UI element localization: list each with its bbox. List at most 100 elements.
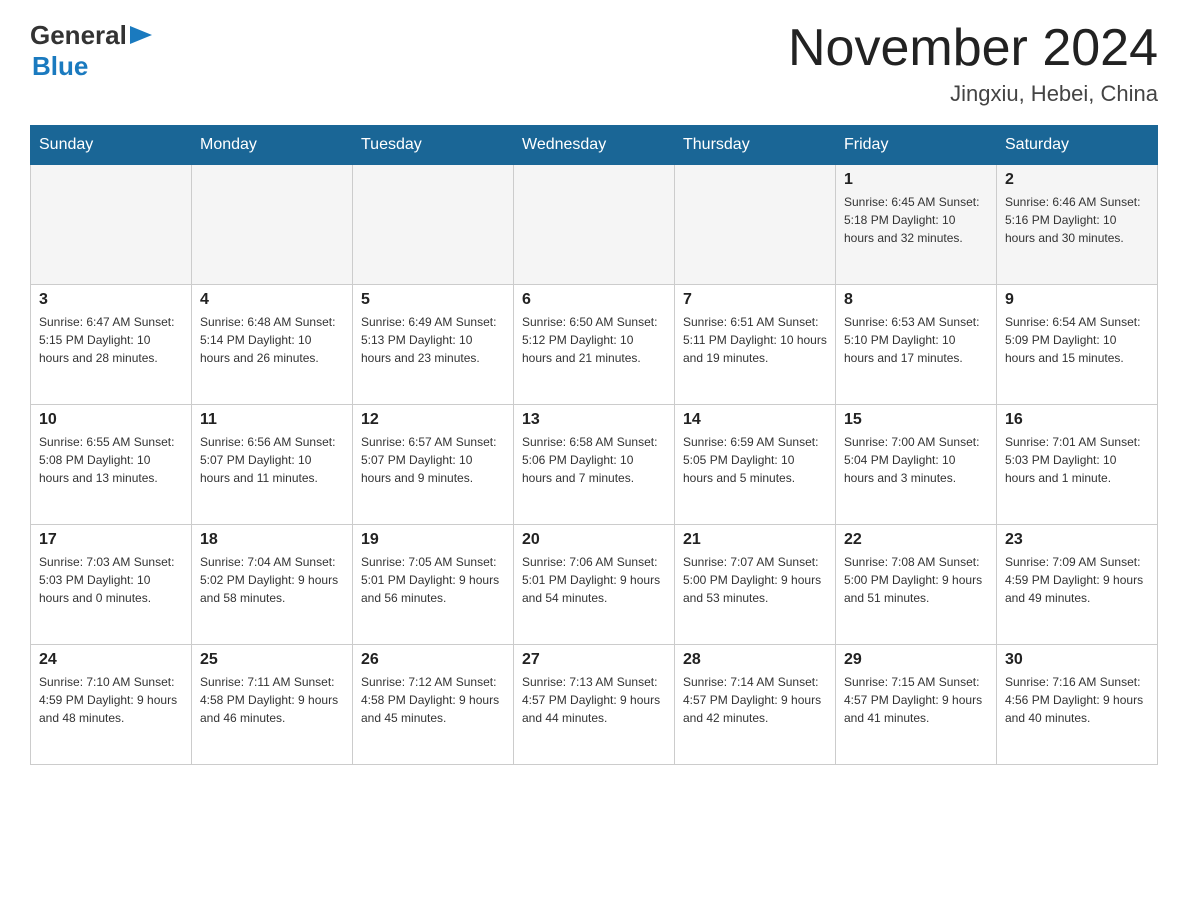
calendar-cell: 24 Sunrise: 7:10 AM Sunset: 4:59 PM Dayli… (31, 645, 192, 765)
calendar-cell: 15Sunrise: 7:00 AM Sunset: 5:04 PM Dayli… (836, 405, 997, 525)
calendar-cell: 25Sunrise: 7:11 AM Sunset: 4:58 PM Dayli… (192, 645, 353, 765)
calendar-cell: 21 Sunrise: 7:07 AM Sunset: 5:00 PM Dayli… (675, 525, 836, 645)
day-number: 5 (361, 291, 505, 309)
day-number: 6 (522, 291, 666, 309)
week-row-3: 10Sunrise: 6:55 AM Sunset: 5:08 PM Dayli… (31, 405, 1158, 525)
day-info: Sunrise: 6:50 AM Sunset: 5:12 PM Dayligh… (522, 313, 666, 367)
day-info: Sunrise: 6:54 AM Sunset: 5:09 PM Dayligh… (1005, 313, 1149, 367)
weekday-header-monday: Monday (192, 126, 353, 165)
day-info: Sunrise: 7:13 AM Sunset: 4:57 PM Dayligh… (522, 673, 666, 727)
day-number: 11 (200, 411, 344, 429)
logo-blue-word: Blue (32, 51, 88, 82)
day-info: Sunrise: 7:00 AM Sunset: 5:04 PM Dayligh… (844, 433, 988, 487)
day-number: 18 (200, 531, 344, 549)
title-area: November 2024 Jingxiu, Hebei, China (788, 20, 1158, 107)
day-number: 17 (39, 531, 183, 549)
calendar-cell (192, 165, 353, 285)
day-info: Sunrise: 6:59 AM Sunset: 5:05 PM Dayligh… (683, 433, 827, 487)
calendar-cell: 6 Sunrise: 6:50 AM Sunset: 5:12 PM Daylig… (514, 285, 675, 405)
weekday-header-row: SundayMondayTuesdayWednesdayThursdayFrid… (31, 126, 1158, 165)
day-info: Sunrise: 7:09 AM Sunset: 4:59 PM Dayligh… (1005, 553, 1149, 607)
calendar-table: SundayMondayTuesdayWednesdayThursdayFrid… (30, 125, 1158, 765)
day-info: Sunrise: 6:58 AM Sunset: 5:06 PM Dayligh… (522, 433, 666, 487)
day-number: 26 (361, 651, 505, 669)
calendar-cell: 18 Sunrise: 7:04 AM Sunset: 5:02 PM Dayli… (192, 525, 353, 645)
day-number: 13 (522, 411, 666, 429)
calendar-cell: 7Sunrise: 6:51 AM Sunset: 5:11 PM Daylig… (675, 285, 836, 405)
calendar-cell: 10Sunrise: 6:55 AM Sunset: 5:08 PM Dayli… (31, 405, 192, 525)
day-number: 30 (1005, 651, 1149, 669)
day-info: Sunrise: 7:16 AM Sunset: 4:56 PM Dayligh… (1005, 673, 1149, 727)
day-info: Sunrise: 7:03 AM Sunset: 5:03 PM Dayligh… (39, 553, 183, 607)
day-number: 28 (683, 651, 827, 669)
calendar-cell: 20 Sunrise: 7:06 AM Sunset: 5:01 PM Dayli… (514, 525, 675, 645)
day-number: 19 (361, 531, 505, 549)
day-info: Sunrise: 7:12 AM Sunset: 4:58 PM Dayligh… (361, 673, 505, 727)
day-info: Sunrise: 6:56 AM Sunset: 5:07 PM Dayligh… (200, 433, 344, 487)
logo-icon (130, 26, 152, 44)
calendar-subtitle: Jingxiu, Hebei, China (788, 81, 1158, 107)
day-info: Sunrise: 6:57 AM Sunset: 5:07 PM Dayligh… (361, 433, 505, 487)
logo-general: General (30, 20, 127, 51)
day-info: Sunrise: 6:55 AM Sunset: 5:08 PM Dayligh… (39, 433, 183, 487)
day-number: 22 (844, 531, 988, 549)
day-info: Sunrise: 7:06 AM Sunset: 5:01 PM Dayligh… (522, 553, 666, 607)
day-number: 27 (522, 651, 666, 669)
calendar-cell: 12Sunrise: 6:57 AM Sunset: 5:07 PM Dayli… (353, 405, 514, 525)
day-number: 20 (522, 531, 666, 549)
day-number: 8 (844, 291, 988, 309)
calendar-cell: 11 Sunrise: 6:56 AM Sunset: 5:07 PM Dayli… (192, 405, 353, 525)
day-info: Sunrise: 6:46 AM Sunset: 5:16 PM Dayligh… (1005, 193, 1149, 247)
calendar-cell: 2 Sunrise: 6:46 AM Sunset: 5:16 PM Daylig… (997, 165, 1158, 285)
day-info: Sunrise: 7:10 AM Sunset: 4:59 PM Dayligh… (39, 673, 183, 727)
day-number: 4 (200, 291, 344, 309)
calendar-cell: 29Sunrise: 7:15 AM Sunset: 4:57 PM Dayli… (836, 645, 997, 765)
calendar-cell (514, 165, 675, 285)
day-info: Sunrise: 6:45 AM Sunset: 5:18 PM Dayligh… (844, 193, 988, 247)
day-info: Sunrise: 7:15 AM Sunset: 4:57 PM Dayligh… (844, 673, 988, 727)
calendar-cell: 14 Sunrise: 6:59 AM Sunset: 5:05 PM Dayli… (675, 405, 836, 525)
calendar-cell (353, 165, 514, 285)
day-number: 14 (683, 411, 827, 429)
day-number: 2 (1005, 171, 1149, 189)
calendar-title: November 2024 (788, 20, 1158, 77)
weekday-header-sunday: Sunday (31, 126, 192, 165)
weekday-header-thursday: Thursday (675, 126, 836, 165)
day-info: Sunrise: 7:04 AM Sunset: 5:02 PM Dayligh… (200, 553, 344, 607)
day-info: Sunrise: 6:53 AM Sunset: 5:10 PM Dayligh… (844, 313, 988, 367)
calendar-cell: 4 Sunrise: 6:48 AM Sunset: 5:14 PM Daylig… (192, 285, 353, 405)
day-info: Sunrise: 6:51 AM Sunset: 5:11 PM Dayligh… (683, 313, 827, 367)
logo: General (30, 20, 152, 51)
day-info: Sunrise: 6:49 AM Sunset: 5:13 PM Dayligh… (361, 313, 505, 367)
calendar-cell: 23 Sunrise: 7:09 AM Sunset: 4:59 PM Dayli… (997, 525, 1158, 645)
day-info: Sunrise: 7:07 AM Sunset: 5:00 PM Dayligh… (683, 553, 827, 607)
day-info: Sunrise: 7:08 AM Sunset: 5:00 PM Dayligh… (844, 553, 988, 607)
calendar-cell: 26 Sunrise: 7:12 AM Sunset: 4:58 PM Dayli… (353, 645, 514, 765)
calendar-cell: 27 Sunrise: 7:13 AM Sunset: 4:57 PM Dayli… (514, 645, 675, 765)
weekday-header-saturday: Saturday (997, 126, 1158, 165)
calendar-cell: 16Sunrise: 7:01 AM Sunset: 5:03 PM Dayli… (997, 405, 1158, 525)
calendar-cell: 9 Sunrise: 6:54 AM Sunset: 5:09 PM Daylig… (997, 285, 1158, 405)
day-number: 24 (39, 651, 183, 669)
calendar-cell: 13 Sunrise: 6:58 AM Sunset: 5:06 PM Dayli… (514, 405, 675, 525)
day-info: Sunrise: 6:48 AM Sunset: 5:14 PM Dayligh… (200, 313, 344, 367)
calendar-cell: 17 Sunrise: 7:03 AM Sunset: 5:03 PM Dayli… (31, 525, 192, 645)
logo-area: General Blue (30, 20, 152, 82)
calendar-cell: 22 Sunrise: 7:08 AM Sunset: 5:00 PM Dayli… (836, 525, 997, 645)
header: General Blue November 2024 Jingxiu, Hebe… (30, 20, 1158, 107)
week-row-1: 1 Sunrise: 6:45 AM Sunset: 5:18 PM Daylig… (31, 165, 1158, 285)
calendar-cell (31, 165, 192, 285)
day-number: 21 (683, 531, 827, 549)
calendar-cell: 5 Sunrise: 6:49 AM Sunset: 5:13 PM Daylig… (353, 285, 514, 405)
weekday-header-friday: Friday (836, 126, 997, 165)
day-number: 23 (1005, 531, 1149, 549)
week-row-5: 24 Sunrise: 7:10 AM Sunset: 4:59 PM Dayli… (31, 645, 1158, 765)
day-number: 1 (844, 171, 988, 189)
calendar-cell: 3Sunrise: 6:47 AM Sunset: 5:15 PM Daylig… (31, 285, 192, 405)
day-number: 9 (1005, 291, 1149, 309)
day-info: Sunrise: 7:05 AM Sunset: 5:01 PM Dayligh… (361, 553, 505, 607)
day-number: 16 (1005, 411, 1149, 429)
weekday-header-tuesday: Tuesday (353, 126, 514, 165)
week-row-2: 3Sunrise: 6:47 AM Sunset: 5:15 PM Daylig… (31, 285, 1158, 405)
day-info: Sunrise: 6:47 AM Sunset: 5:15 PM Dayligh… (39, 313, 183, 367)
